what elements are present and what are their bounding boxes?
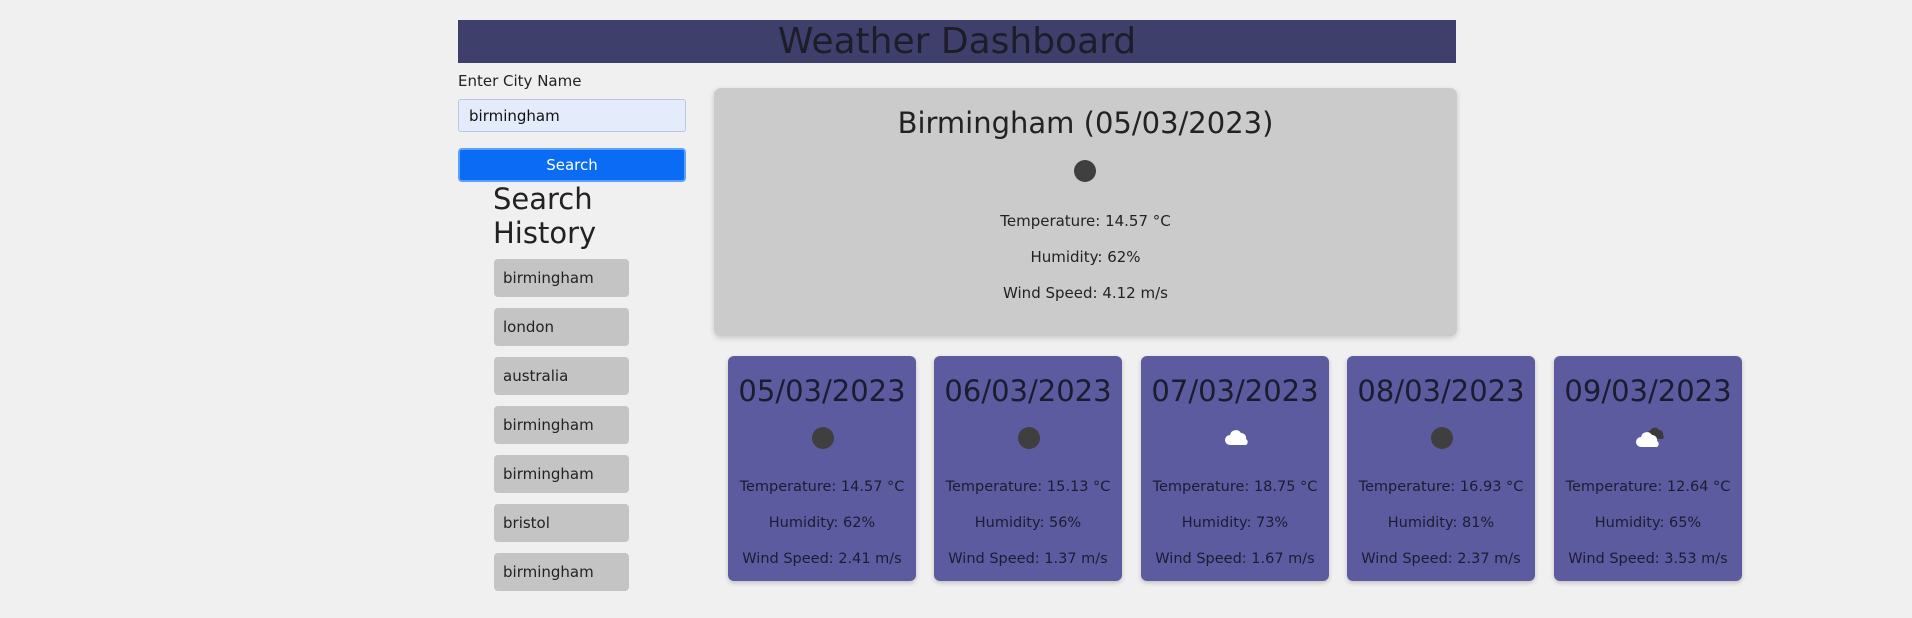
forecast-temperature: Temperature: 12.64 °C xyxy=(1565,479,1731,495)
forecast-wind-speed: Wind Speed: 2.37 m/s xyxy=(1361,551,1521,567)
city-input-label: Enter City Name xyxy=(458,72,582,90)
current-temperature: Temperature: 14.57 °C xyxy=(1000,212,1171,230)
page-title: Weather Dashboard xyxy=(777,21,1137,62)
forecast-date: 08/03/2023 xyxy=(1357,374,1525,408)
history-item[interactable]: birmingham xyxy=(494,259,629,297)
history-item[interactable]: birmingham xyxy=(494,455,629,493)
forecast-humidity: Humidity: 73% xyxy=(1181,515,1289,531)
history-item[interactable]: london xyxy=(494,308,629,346)
forecast-wind-speed: Wind Speed: 3.53 m/s xyxy=(1568,551,1728,567)
forecast-date: 07/03/2023 xyxy=(1151,374,1319,408)
history-item[interactable]: birmingham xyxy=(494,553,629,591)
forecast-temperature: Temperature: 18.75 °C xyxy=(1152,479,1318,495)
forecast-date: 05/03/2023 xyxy=(738,374,906,408)
search-history-title: Search History xyxy=(493,182,597,250)
forecast-card: 08/03/2023 Temperature: 16.93 °C Humidit… xyxy=(1347,356,1535,581)
forecast-temperature: Temperature: 16.93 °C xyxy=(1358,479,1524,495)
forecast-date: 06/03/2023 xyxy=(944,374,1112,408)
forecast-card: 09/03/2023 Temperature: 12.64 °C Humidit… xyxy=(1554,356,1742,581)
forecast-humidity: Humidity: 81% xyxy=(1387,515,1495,531)
forecast-temperature: Temperature: 15.13 °C xyxy=(945,479,1111,495)
forecast-card: 07/03/2023 Temperature: 18.75 °C Humidit… xyxy=(1141,356,1329,581)
forecast-humidity: Humidity: 62% xyxy=(768,515,876,531)
forecast-humidity: Humidity: 56% xyxy=(974,515,1082,531)
broken-clouds-icon xyxy=(1636,426,1664,450)
history-item[interactable]: bristol xyxy=(494,504,629,542)
page-header: Weather Dashboard xyxy=(458,20,1456,63)
forecast-wind-speed: Wind Speed: 1.67 m/s xyxy=(1155,551,1315,567)
dark-circle-icon xyxy=(1429,426,1455,450)
forecast-card: 05/03/2023 Temperature: 14.57 °C Humidit… xyxy=(728,356,916,581)
search-button[interactable]: Search xyxy=(458,148,686,182)
forecast-wind-speed: Wind Speed: 1.37 m/s xyxy=(948,551,1108,567)
forecast-card: 06/03/2023 Temperature: 15.13 °C Humidit… xyxy=(934,356,1122,581)
forecast-humidity: Humidity: 65% xyxy=(1594,515,1702,531)
forecast-row: 05/03/2023 Temperature: 14.57 °C Humidit… xyxy=(728,356,1744,581)
forecast-date: 09/03/2023 xyxy=(1564,374,1732,408)
current-wind-speed: Wind Speed: 4.12 m/s xyxy=(1003,284,1168,302)
current-weather-card: Birmingham (05/03/2023) Temperature: 14.… xyxy=(714,88,1457,336)
current-humidity: Humidity: 62% xyxy=(1030,248,1141,266)
history-item[interactable]: australia xyxy=(494,357,629,395)
search-history-list: birmingham london australia birmingham b… xyxy=(494,259,629,602)
dark-circle-icon xyxy=(1074,160,1096,182)
history-item[interactable]: birmingham xyxy=(494,406,629,444)
cloud-icon xyxy=(1223,426,1249,450)
forecast-temperature: Temperature: 14.57 °C xyxy=(739,479,905,495)
current-weather-title: Birmingham (05/03/2023) xyxy=(897,106,1274,140)
dark-circle-icon xyxy=(1016,426,1042,450)
dark-circle-icon xyxy=(810,426,836,450)
forecast-wind-speed: Wind Speed: 2.41 m/s xyxy=(742,551,902,567)
city-search-input[interactable] xyxy=(458,99,686,132)
